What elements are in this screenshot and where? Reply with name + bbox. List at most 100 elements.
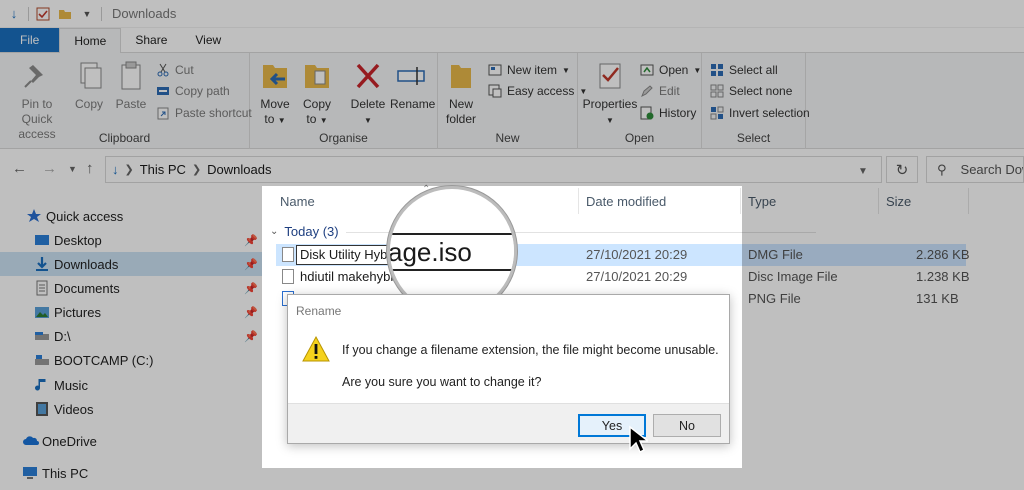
- nav-item-quick-access[interactable]: Quick access: [0, 204, 262, 228]
- move-to-button[interactable]: Move to ▼: [258, 59, 292, 128]
- search-input[interactable]: ⚲ Search Dow: [926, 156, 1024, 183]
- nav-item-music[interactable]: Music: [0, 373, 262, 397]
- copy-label: Copy: [74, 97, 103, 111]
- easy-access-icon: [488, 84, 502, 98]
- open-group: Properties ▼ Open ▼ Edit History Open: [578, 53, 702, 149]
- table-row[interactable]: Disk Utility Hybr 27/10/2021 20:29 DMG F…: [276, 244, 970, 266]
- file-size: 131 KB: [916, 291, 959, 306]
- move-to-icon: [259, 59, 291, 93]
- computer-icon: [22, 465, 38, 481]
- paste-button[interactable]: Paste: [113, 59, 149, 112]
- nav-label: Videos: [54, 401, 94, 417]
- pin-icon: [21, 59, 53, 93]
- drive-icon: [34, 352, 50, 368]
- nav-item-onedrive[interactable]: OneDrive: [0, 429, 262, 453]
- address-bar[interactable]: ↓ ❯ This PC ❯ Downloads: [105, 156, 882, 183]
- address-dropdown-icon[interactable]: ▼: [858, 166, 868, 177]
- select-none-button[interactable]: Select none: [710, 84, 792, 98]
- tab-file[interactable]: File: [0, 28, 60, 52]
- pin-label: Pin to Quick: [21, 97, 53, 126]
- pin-icon[interactable]: 📌: [244, 306, 258, 319]
- rename-label: Rename: [390, 97, 436, 111]
- new-group: New folder New item ▼ Easy access ▼ New: [438, 53, 587, 149]
- new-item-label: New item: [507, 63, 558, 77]
- select-group: Select all Select none Invert selection …: [702, 53, 810, 149]
- folder-icon[interactable]: [57, 6, 73, 22]
- customize-dropdown-icon[interactable]: ▼: [79, 6, 95, 22]
- nav-label: OneDrive: [42, 433, 97, 449]
- pin-to-quick-access-button[interactable]: Pin to Quick access: [6, 59, 68, 142]
- invert-selection-button[interactable]: Invert selection: [710, 106, 810, 120]
- open-group-label: Open: [624, 131, 655, 145]
- properties-check-icon[interactable]: [35, 6, 51, 22]
- column-header-size[interactable]: Size: [886, 194, 911, 209]
- nav-item-this-pc[interactable]: This PC: [0, 461, 262, 485]
- chevron-right-icon[interactable]: ❯: [192, 163, 201, 176]
- divider: [578, 188, 579, 214]
- open-icon: [640, 63, 654, 77]
- refresh-button[interactable]: ↻: [886, 156, 918, 183]
- rename-button[interactable]: Rename: [390, 59, 436, 112]
- back-arrow-icon[interactable]: ←: [12, 160, 27, 177]
- properties-button[interactable]: Properties ▼: [582, 59, 638, 128]
- paste-shortcut-label: Paste shortcut: [175, 106, 252, 120]
- download-arrow-icon: [34, 256, 50, 272]
- down-arrow-icon[interactable]: ↓: [6, 6, 22, 22]
- easy-access-button[interactable]: Easy access ▼: [488, 84, 587, 98]
- history-button[interactable]: History: [640, 106, 696, 120]
- dialog-title: Rename: [296, 304, 342, 318]
- column-header-name[interactable]: Name: [280, 194, 315, 209]
- group-header-today[interactable]: ⌄ Today (3): [270, 224, 339, 239]
- edit-button[interactable]: Edit: [640, 84, 680, 98]
- file-type: DMG File: [748, 247, 803, 262]
- table-row[interactable]: hdiutil makehybr 27/10/2021 20:29 Disc I…: [276, 266, 970, 288]
- tab-view[interactable]: View: [181, 28, 235, 52]
- no-button[interactable]: No: [653, 414, 721, 437]
- breadcrumb-this-pc[interactable]: This PC: [140, 162, 186, 177]
- tab-home[interactable]: Home: [59, 28, 122, 53]
- new-folder-button[interactable]: New folder: [444, 59, 478, 127]
- file-name: hdiutil makehybr: [300, 269, 395, 284]
- nav-item-bootcamp[interactable]: BOOTCAMP (C:): [0, 348, 262, 372]
- nav-item-d-drive[interactable]: D:\ 📌: [0, 324, 262, 348]
- nav-label: D:\: [54, 328, 71, 344]
- cut-button[interactable]: Cut: [156, 63, 194, 77]
- pin-icon[interactable]: 📌: [244, 330, 258, 343]
- chevron-right-icon[interactable]: ❯: [125, 163, 134, 176]
- file-size: 1.238 KB: [916, 269, 970, 284]
- recent-dropdown-icon[interactable]: ▼: [68, 164, 77, 174]
- select-all-button[interactable]: Select all: [710, 63, 778, 77]
- pin-icon[interactable]: 📌: [244, 258, 258, 271]
- nav-item-desktop[interactable]: Desktop 📌: [0, 228, 262, 252]
- delete-button[interactable]: Delete ▼: [348, 59, 388, 128]
- open-button[interactable]: Open ▼: [640, 63, 701, 77]
- copy-path-button[interactable]: Copy path: [156, 84, 230, 98]
- invert-selection-icon: [710, 106, 724, 120]
- window-title: Downloads: [112, 6, 177, 21]
- copy-to-button[interactable]: Copy to ▼: [300, 59, 334, 128]
- nav-label: Downloads: [54, 256, 119, 272]
- pin-icon[interactable]: 📌: [244, 234, 258, 247]
- address-row: ← → ▼ ↑ ↓ ❯ This PC ❯ Downloads ▼ ↻ ⚲ Se…: [0, 152, 1024, 186]
- edit-pencil-icon: [640, 84, 654, 98]
- pin-icon[interactable]: 📌: [244, 282, 258, 295]
- navigation-pane: Quick access Desktop 📌 Downloads 📌 Docum…: [0, 190, 262, 490]
- nav-item-videos[interactable]: Videos: [0, 397, 262, 421]
- refresh-icon: ↻: [895, 161, 909, 179]
- new-item-button[interactable]: New item ▼: [488, 63, 570, 77]
- copy-button[interactable]: Copy: [72, 59, 106, 112]
- column-header-type[interactable]: Type: [748, 194, 776, 209]
- nav-item-pictures[interactable]: Pictures 📌: [0, 300, 262, 324]
- paste-shortcut-icon: [156, 106, 170, 120]
- column-header-date[interactable]: Date modified: [586, 194, 666, 209]
- breadcrumb-downloads[interactable]: Downloads: [207, 162, 271, 177]
- tab-share[interactable]: Share: [121, 28, 181, 52]
- move-to-label-2: to: [264, 112, 275, 126]
- up-arrow-icon[interactable]: ↑: [86, 160, 94, 177]
- file-date: 27/10/2021 20:29: [586, 247, 688, 262]
- ribbon-tabs: File Home Share View: [0, 28, 1024, 53]
- paste-shortcut-button[interactable]: Paste shortcut: [156, 106, 252, 120]
- nav-item-downloads[interactable]: Downloads 📌: [0, 252, 262, 276]
- forward-arrow-icon[interactable]: →: [42, 160, 57, 177]
- nav-item-documents[interactable]: Documents 📌: [0, 276, 262, 300]
